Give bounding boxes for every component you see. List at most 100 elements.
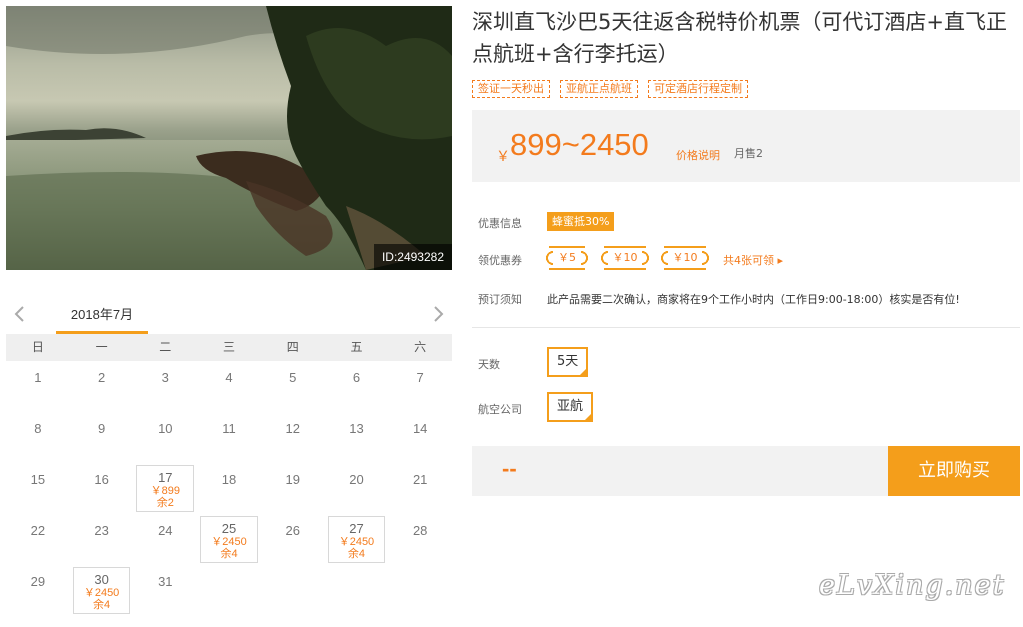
calendar-week-row: 29 30 ￥2450 余4 31 [6,565,452,616]
coupon-value: ￥10 [672,251,698,264]
calendar-day: 24 [133,514,197,565]
calendar-day: 16 [70,463,134,514]
prev-month-button[interactable] [10,304,30,324]
chevron-right-icon [434,306,444,322]
day-number: 19 [285,472,300,487]
coupon-10[interactable]: ￥10 [664,246,710,270]
total-price: -- [502,456,517,481]
day-number: 23 [94,523,109,538]
calendar-day: 31 [133,565,197,616]
day-price: ￥2450 [83,587,120,599]
coupon-5[interactable]: ￥5 [549,246,589,270]
calendar-day: 9 [70,412,134,463]
day-number: 11 [222,421,236,436]
day-number: 1 [34,370,42,385]
day-number: 25 [221,521,237,536]
day-number: 31 [158,574,173,589]
day-number: 7 [416,370,424,385]
day-number: 17 [158,470,173,485]
calendar-day-available[interactable]: 25 ￥2450 余4 [197,514,261,565]
calendar-day-available[interactable]: 17 ￥899 余2 [133,463,197,514]
weekday-label: 二 [159,340,172,354]
product-photo: ID:2493282 [6,6,452,270]
purchase-bar: -- 立即购买 [472,446,1020,496]
calendar-day: 21 [388,463,452,514]
weekday-label: 日 [31,340,44,354]
days-option-5[interactable]: 5天 [547,347,589,377]
calendar-day-available[interactable]: 27 ￥2450 余4 [325,514,389,565]
weekday-label: 一 [95,340,108,354]
calendar-day: 6 [325,361,389,412]
price-range: 899~2450 [510,127,649,162]
image-id-label: ID:2493282 [373,244,452,270]
day-number: 12 [285,421,300,436]
calendar-week-row: 8 9 10 11 12 13 14 [6,412,452,463]
coupon-10[interactable]: ￥10 [604,246,650,270]
day-price: ￥2450 [211,536,247,548]
day-number: 16 [94,472,109,487]
day-number: 4 [225,370,233,385]
day-number: 3 [161,370,169,385]
feature-tag: 签证一天秒出 [472,80,550,98]
weekday-label: 四 [286,340,299,354]
product-title: 深圳直飞沙巴5天往返含税特价机票（可代订酒店+直飞正点航班+含行李托运） [472,10,1007,66]
day-number: 20 [349,472,364,487]
day-number: 21 [412,472,428,487]
weekday-label: 六 [414,340,427,354]
calendar-day: 3 [133,361,197,412]
calendar-day: 10 [133,412,197,463]
more-coupons-link[interactable]: 共4张可领 ▸ [723,252,783,268]
calendar-day: 22 [6,514,70,565]
day-number: 10 [158,421,173,436]
calendar-day: 23 [70,514,134,565]
day-number: 22 [30,523,46,538]
calendar-day: 26 [261,514,325,565]
feature-tag: 亚航正点航班 [560,80,638,98]
divider [472,327,1020,328]
day-remaining: 余4 [220,548,238,560]
days-label: 天数 [478,358,500,371]
day-remaining: 余2 [156,497,174,509]
day-number: 6 [352,370,361,385]
day-number: 15 [30,472,46,487]
calendar-day: 19 [261,463,325,514]
calendar-day [261,565,325,616]
calendar-week-row: 1 2 3 4 5 6 7 [6,361,452,412]
calendar-day: 11 [197,412,261,463]
calendar-grid: 日 一 二 三 四 五 六 1 2 3 4 5 6 7 8 9 10 11 12 13 14 15 16 17 ￥… [6,334,452,616]
day-number: 13 [349,421,364,436]
calendar-day [325,565,389,616]
calendar-day: 7 [388,361,452,412]
day-price: ￥899 [150,485,180,497]
beach-scene-image [6,6,452,270]
weekday-label: 五 [350,340,363,354]
day-remaining: 余4 [347,548,366,560]
day-number: 26 [285,523,300,538]
promo-badge: 蜂蜜抵30% [547,212,615,231]
day-number: 27 [349,521,364,536]
calendar-month-tab[interactable]: 2018年7月 [56,304,148,334]
calendar-day [388,565,452,616]
day-remaining: 余4 [93,599,111,611]
day-price: ￥2450 [338,536,375,548]
calendar-day: 2 [70,361,134,412]
calendar-days: 1 2 3 4 5 6 7 8 9 10 11 12 13 14 15 16 17 ￥899 余2 18 19 20 21 2… [6,361,452,616]
next-month-button[interactable] [428,304,448,324]
calendar-week-row: 15 16 17 ￥899 余2 18 19 20 21 [6,463,452,514]
buy-now-button[interactable]: 立即购买 [888,446,1020,496]
calendar-day: 1 [6,361,70,412]
calendar-day: 5 [261,361,325,412]
price-note-link[interactable]: 价格说明 [676,147,720,163]
day-number: 18 [221,472,237,487]
calendar-week-row: 22 23 24 25 ￥2450 余4 26 27 ￥2450 余4 28 [6,514,452,565]
day-number: 8 [34,421,42,436]
booking-notice: 此产品需要二次确认，商家将在9个工作小时内（工作日9:00-18:00）核实是否… [547,293,960,306]
calendar-day-available[interactable]: 30 ￥2450 余4 [70,565,134,616]
calendar-day: 18 [197,463,261,514]
day-number: 30 [94,572,109,587]
calendar-day: 8 [6,412,70,463]
currency-symbol: ￥ [496,149,510,165]
airline-option[interactable]: 亚航 [547,392,594,422]
calendar-header: 2018年7月 [6,296,452,334]
booking-label: 预订须知 [478,293,522,306]
